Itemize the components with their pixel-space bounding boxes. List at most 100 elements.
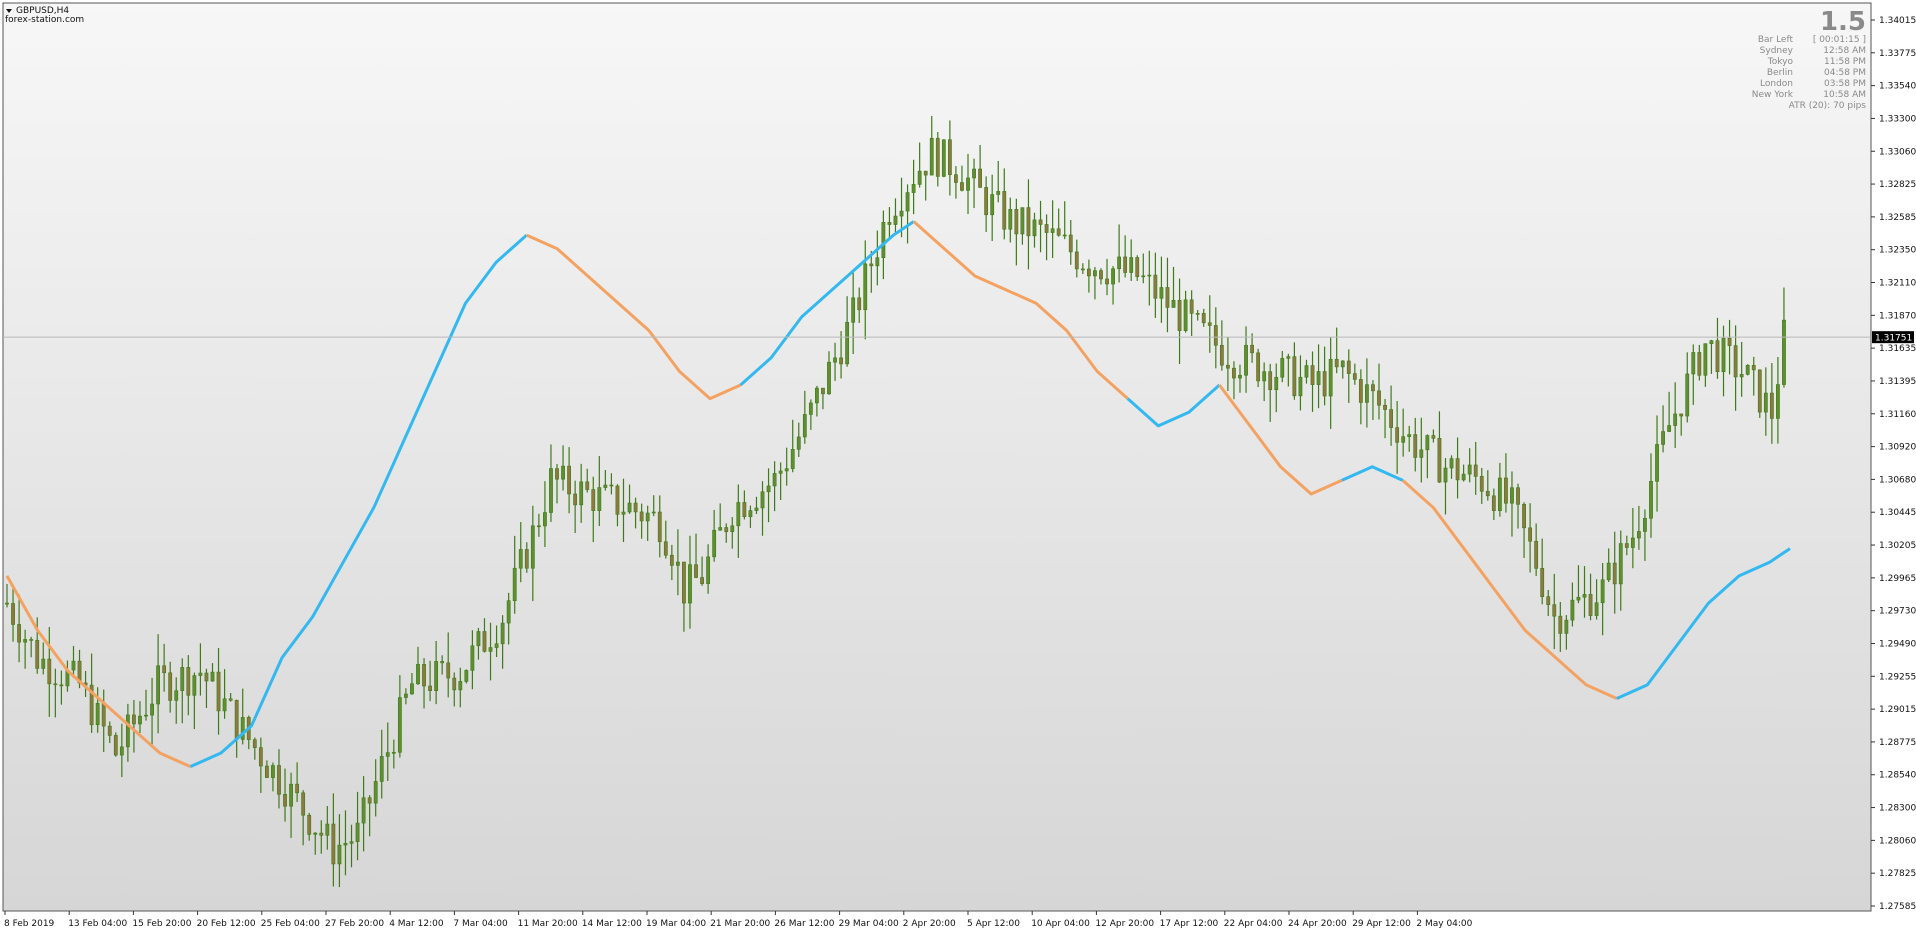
x-tick-label: 8 Feb 2019 [4, 919, 55, 929]
candle-body [1310, 365, 1315, 385]
candle-body [1461, 473, 1466, 481]
y-tick-label: 1.31870 [1879, 311, 1916, 321]
candle-body [1600, 579, 1605, 604]
candle-body [766, 485, 771, 493]
candle-body [180, 667, 185, 691]
candle-body [1576, 596, 1581, 601]
candle-body [645, 512, 650, 522]
candle-body [978, 168, 982, 188]
candle-body [1365, 384, 1369, 403]
candle-body [543, 512, 547, 527]
candle-body [307, 814, 312, 835]
x-tick-label: 19 Mar 04:00 [646, 919, 706, 929]
candle-body [1377, 390, 1381, 406]
y-tick-label: 1.29255 [1879, 672, 1916, 682]
candle-body [1014, 209, 1019, 235]
candle-body [1636, 531, 1641, 539]
candle-body [1715, 340, 1720, 373]
candle-body [1292, 356, 1297, 397]
price-chart[interactable]: 1.34015 1.33775 1.33540 1.33300 1.33060 1.328… [0, 0, 1916, 933]
candle-body [1510, 487, 1514, 504]
candle-body [319, 832, 324, 836]
candle-body [1232, 367, 1236, 379]
candle-body [772, 473, 777, 487]
candle-body [802, 414, 807, 438]
x-tick-label: 11 Mar 20:00 [518, 919, 578, 929]
y-tick-label: 1.31635 [1879, 344, 1916, 354]
candle-body [1219, 344, 1224, 366]
candle-body [736, 502, 741, 527]
y-tick-label: 1.29730 [1879, 607, 1916, 617]
info-row-label: Berlin [1767, 68, 1793, 78]
info-row-label: Bar Left [1758, 35, 1794, 45]
candle-body [379, 756, 384, 782]
candle-body [1026, 207, 1031, 237]
y-tick-label: 1.31160 [1879, 410, 1916, 420]
candle-body [784, 468, 789, 472]
candle-body [1546, 596, 1551, 605]
candle-body [730, 525, 735, 533]
candle-body [808, 402, 813, 415]
candle-body [428, 685, 432, 691]
candle-body [863, 263, 868, 311]
x-tick-label: 2 May 04:00 [1416, 919, 1472, 929]
candle-body [827, 361, 831, 395]
candle-body [500, 622, 505, 645]
candle-body [228, 698, 233, 701]
candle-body [1207, 322, 1212, 326]
candle-body [252, 739, 257, 748]
candle-body [234, 700, 239, 740]
candle-body [1649, 481, 1653, 519]
candle-body [404, 693, 408, 698]
candle-body [337, 844, 342, 865]
candle-body [1068, 234, 1073, 253]
candle-body [1455, 458, 1460, 481]
candle-body [113, 735, 118, 756]
y-tick-label: 1.33540 [1879, 82, 1916, 92]
candle-body [1582, 594, 1587, 598]
candle-body [156, 665, 161, 705]
candle-body [1129, 257, 1134, 273]
candle-body [1395, 427, 1400, 443]
candle-body [258, 747, 263, 767]
candle-body [458, 681, 463, 691]
candle-body [905, 192, 910, 212]
info-row-value: [ 00:01:15 ] [1813, 35, 1866, 45]
x-tick-label: 10 Apr 04:00 [1031, 919, 1090, 929]
candle-body [742, 502, 747, 517]
candle-body [361, 797, 366, 824]
candle-body [23, 639, 28, 643]
candle-body [682, 561, 686, 604]
candle-body [1425, 435, 1430, 451]
candle-body [325, 823, 330, 836]
info-row-value: 03:58 PM [1824, 79, 1866, 89]
current-price-label: 1.31751 [1875, 334, 1912, 344]
candle-body [1540, 568, 1545, 597]
y-tick-label: 1.32825 [1879, 180, 1916, 190]
candle-body [718, 527, 723, 531]
y-tick-label: 1.30680 [1879, 475, 1916, 485]
candle-body [911, 184, 916, 193]
candle-body [150, 703, 154, 716]
x-tick-label: 24 Apr 20:00 [1288, 919, 1347, 929]
candle-body [1618, 543, 1623, 585]
candle-body [1183, 299, 1188, 331]
candle-body [815, 387, 819, 404]
candle-body [621, 511, 626, 515]
candle-body [1479, 476, 1484, 492]
y-tick-label: 1.34015 [1879, 16, 1916, 26]
info-row-value: 10:58 AM [1823, 90, 1866, 100]
chart-window[interactable]: 1.34015 1.33775 1.33540 1.33300 1.33060 1.328… [0, 0, 1916, 933]
x-tick-label: 29 Mar 04:00 [839, 919, 899, 929]
candle-body [669, 554, 674, 566]
candle-body [1244, 344, 1248, 376]
candle-body [452, 677, 457, 691]
candle-body [1516, 487, 1520, 505]
y-tick-label: 1.32110 [1879, 279, 1916, 289]
candle-body [204, 672, 209, 682]
candle-body [1147, 274, 1152, 277]
candle-body [434, 661, 439, 691]
candle-body [440, 661, 445, 664]
candle-body [1334, 358, 1339, 368]
candle-body [216, 671, 221, 712]
